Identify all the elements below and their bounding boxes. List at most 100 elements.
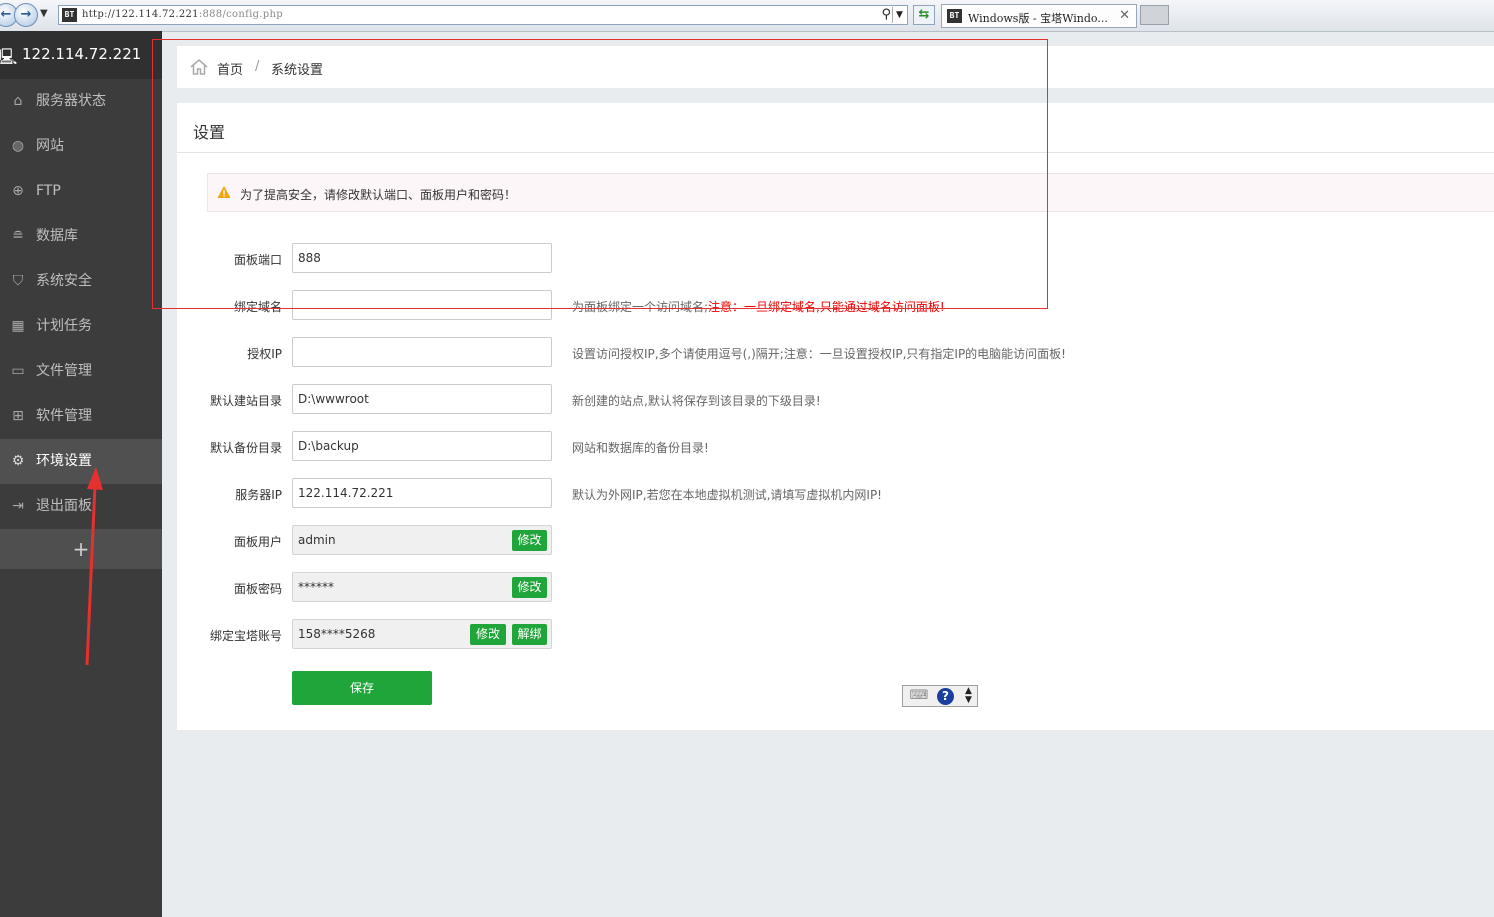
field-label: 面板端口	[233, 253, 282, 267]
logout-icon: ⇥	[12, 498, 24, 514]
sidebar-item-label: 网站	[36, 138, 64, 154]
save-button[interactable]: 保存	[292, 671, 432, 705]
sidebar-item-label: 文件管理	[36, 363, 92, 379]
unbind-account-button[interactable]: 解绑	[512, 624, 547, 645]
settings-panel: 设置 为了提高安全，请修改默认端口、面板用户和密码！ 面板端口 绑定域名 为面板…	[177, 103, 1494, 730]
url-text[interactable]: http://122.114.72.221:888/config.php	[82, 9, 283, 20]
edit-user-button[interactable]: 修改	[512, 530, 547, 551]
shield-icon: ⛉	[12, 273, 24, 289]
sidebar-item-server-status[interactable]: ⌂ 服务器状态	[0, 79, 162, 124]
sidebar-item-files[interactable]: ▭ 文件管理	[0, 349, 162, 394]
sidebar-item-label: 环境设置	[36, 453, 92, 469]
forward-button[interactable]: →	[14, 3, 38, 27]
history-dropdown-icon[interactable]: ▼	[40, 8, 48, 19]
field-hint: 网站和数据库的备份目录!	[572, 441, 709, 455]
server-host: 122.114.72.221	[22, 45, 142, 63]
apps-icon: ⊞	[12, 408, 24, 424]
breadcrumb: 首页 / 系统设置	[177, 46, 1494, 88]
sidebar-item-logout[interactable]: ⇥ 退出面板	[0, 484, 162, 529]
form-row-bind-domain: 绑定域名 为面板绑定一个访问域名;注意：一旦绑定域名,只能通过域名访问面板!	[177, 290, 1494, 320]
breadcrumb-home-link[interactable]: 首页	[217, 59, 243, 78]
form-row-site-dir: 默认建站目录 新创建的站点,默认将保存到该目录的下级目录!	[177, 384, 1494, 414]
sidebar-item-database[interactable]: ≘ 数据库	[0, 214, 162, 259]
sidebar-item-label: 退出面板	[36, 498, 92, 514]
sidebar-item-label: 数据库	[36, 228, 78, 244]
alert-message: 为了提高安全，请修改默认端口、面板用户和密码！	[240, 188, 517, 202]
field-hint: 为面板绑定一个访问域名;注意：一旦绑定域名,只能通过域名访问面板!	[572, 298, 945, 315]
home-icon: ⌂	[13, 93, 23, 109]
sidebar-menu: ⌂ 服务器状态 ◍ 网站 ⊕ FTP ≘ 数据库 ⛉ 系统安全 ▦ 计划任务 ▭…	[0, 79, 162, 529]
sidebar-item-label: 计划任务	[36, 318, 92, 334]
sidebar: 🖳 122.114.72.221 ⌂ 服务器状态 ◍ 网站 ⊕ FTP ≘ 数据…	[0, 31, 162, 917]
divider	[177, 152, 1494, 153]
sidebar-item-settings[interactable]: ⚙ 环境设置	[0, 439, 162, 484]
field-label: 面板密码	[233, 582, 282, 596]
tab-title: Windows版 - 宝塔Windo...	[968, 12, 1108, 25]
field-label: 默认建站目录	[209, 394, 282, 408]
field-label: 服务器IP	[235, 488, 282, 502]
globe-icon: ◍	[11, 138, 25, 154]
sidebar-item-ftp[interactable]: ⊕ FTP	[0, 169, 162, 214]
address-bar[interactable]: BT http://122.114.72.221:888/config.php …	[58, 5, 908, 25]
help-icon[interactable]: ?	[937, 688, 954, 705]
refresh-button[interactable]: ⇆	[913, 5, 935, 25]
sidebar-item-cron[interactable]: ▦ 计划任务	[0, 304, 162, 349]
site-favicon-icon: BT	[62, 8, 77, 22]
hint-text: 为面板绑定一个访问域名;	[572, 300, 709, 314]
tab-close-icon[interactable]: ✕	[1119, 8, 1130, 23]
edit-password-button[interactable]: 修改	[512, 577, 547, 598]
site-dir-input[interactable]	[292, 384, 552, 414]
gear-icon: ⚙	[11, 453, 25, 469]
url-host: http://122.114.72.221	[82, 9, 199, 20]
form-row-backup-dir: 默认备份目录 网站和数据库的备份目录!	[177, 431, 1494, 461]
breadcrumb-separator: /	[255, 59, 260, 74]
field-label: 面板用户	[233, 535, 282, 549]
backup-dir-input[interactable]	[292, 431, 552, 461]
calendar-icon: ▦	[11, 318, 25, 334]
auth-ip-input[interactable]	[292, 337, 552, 367]
ime-toolbar: ⌨ ? ▲ ▼	[902, 685, 978, 707]
form-row-panel-port: 面板端口	[177, 243, 1494, 273]
add-shortcut-button[interactable]: +	[0, 529, 162, 569]
database-icon: ≘	[12, 228, 24, 244]
home-icon[interactable]	[189, 57, 209, 77]
keyboard-icon[interactable]: ⌨	[909, 688, 929, 704]
sidebar-item-software[interactable]: ⊞ 软件管理	[0, 394, 162, 439]
sidebar-item-label: FTP	[36, 183, 61, 199]
field-label: 授权IP	[247, 347, 282, 361]
refresh-icon: ⇆	[918, 7, 930, 22]
field-label: 默认备份目录	[209, 441, 282, 455]
ftp-icon: ⊕	[12, 183, 24, 199]
browser-toolbar: ← → ▼ BT http://122.114.72.221:888/confi…	[0, 0, 1494, 32]
form-row-panel-password: 面板密码 修改	[177, 572, 1494, 602]
form-row-auth-ip: 授权IP 设置访问授权IP,多个请使用逗号(,)隔开;注意：一旦设置授权IP,只…	[177, 337, 1494, 367]
toolbar-options-icon[interactable]: ▲ ▼	[965, 687, 972, 705]
form-row-bt-account: 绑定宝塔账号 修改 解绑	[177, 619, 1494, 649]
bind-domain-input[interactable]	[292, 290, 552, 320]
search-icon[interactable]: ⚲	[881, 7, 891, 22]
field-label: 绑定域名	[233, 300, 282, 314]
sidebar-item-label: 服务器状态	[36, 93, 106, 109]
monitor-icon: 🖳	[0, 47, 18, 66]
server-ip-input[interactable]	[292, 478, 552, 508]
folder-icon: ▭	[11, 363, 25, 379]
sidebar-item-website[interactable]: ◍ 网站	[0, 124, 162, 169]
panel-title: 设置	[193, 123, 226, 142]
warning-icon	[217, 186, 231, 198]
field-hint: 新创建的站点,默认将保存到该目录的下级目录!	[572, 394, 821, 408]
sidebar-item-security[interactable]: ⛉ 系统安全	[0, 259, 162, 304]
edit-account-button[interactable]: 修改	[470, 624, 506, 645]
server-host-header: 🖳 122.114.72.221	[0, 31, 162, 79]
field-hint: 默认为外网IP,若您在本地虚拟机测试,请填写虚拟机内网IP!	[572, 488, 882, 502]
form-row-server-ip: 服务器IP 默认为外网IP,若您在本地虚拟机测试,请填写虚拟机内网IP!	[177, 478, 1494, 508]
field-label: 绑定宝塔账号	[209, 629, 282, 643]
security-alert: 为了提高安全，请修改默认端口、面板用户和密码！	[207, 173, 1494, 212]
panel-port-input[interactable]	[292, 243, 552, 273]
address-dropdown-icon[interactable]: ▼	[892, 7, 906, 23]
browser-tab[interactable]: BT Windows版 - 宝塔Windo... ✕	[941, 4, 1137, 28]
breadcrumb-current: 系统设置	[271, 63, 324, 78]
url-path: :888/config.php	[198, 9, 283, 20]
new-tab-button[interactable]	[1140, 5, 1169, 25]
sidebar-item-label: 软件管理	[36, 408, 92, 424]
hint-warning: 注意：一旦绑定域名,只能通过域名访问面板!	[708, 300, 945, 314]
